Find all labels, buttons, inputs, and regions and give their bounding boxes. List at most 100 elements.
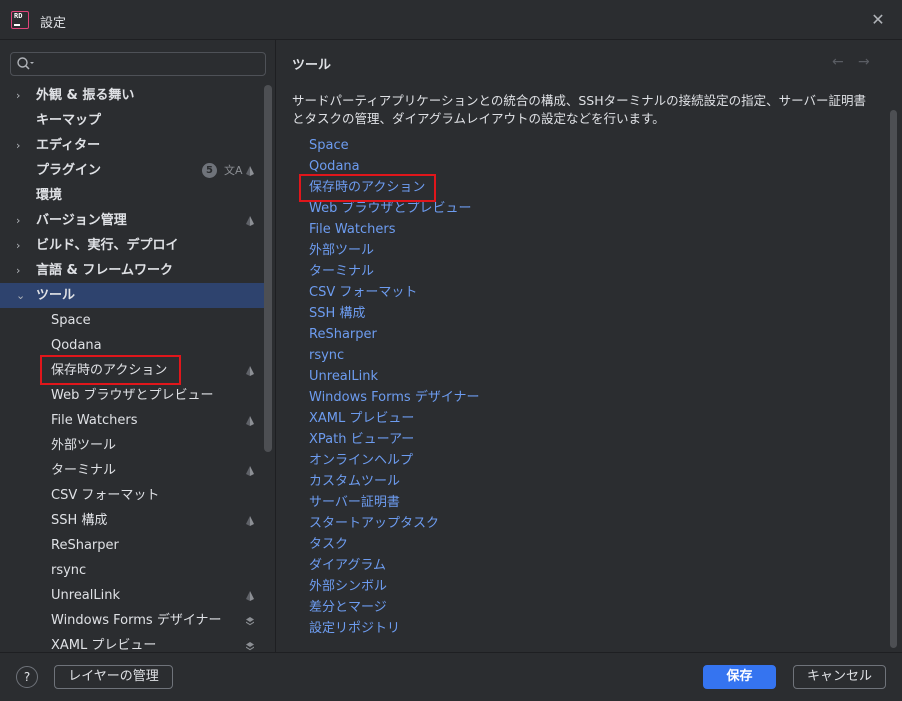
tree-item-keymap[interactable]: キーマップ <box>0 108 264 133</box>
link-unreallink[interactable]: UnrealLink <box>309 366 480 387</box>
chevron-right-icon[interactable]: › <box>16 233 28 258</box>
tree-item-label: CSV フォーマット <box>51 488 160 503</box>
sidebar-scrollbar[interactable] <box>264 85 272 452</box>
link-rsync[interactable]: rsync <box>309 345 480 366</box>
cancel-button[interactable]: キャンセル <box>793 665 886 689</box>
tree-item-build-execution-deployment[interactable]: › ビルド、実行、デプロイ <box>0 233 264 258</box>
chevron-right-icon[interactable]: › <box>16 258 28 283</box>
settings-sidebar: › 外観 & 振る舞い キーマップ › エディター プラグイン 5 文A 環境 … <box>0 40 276 652</box>
tree-item-tools[interactable]: ⌄ ツール <box>0 283 264 308</box>
link-external-symbols[interactable]: 外部シンボル <box>309 576 480 597</box>
tree-item-unreallink[interactable]: UnrealLink <box>0 583 264 608</box>
tree-item-external-tools[interactable]: 外部ツール <box>0 433 264 458</box>
tree-item-label: ツール <box>36 288 76 303</box>
tree-item-version-control[interactable]: › バージョン管理 <box>0 208 264 233</box>
tree-item-label: ターミナル <box>51 463 117 478</box>
tree-item-label: プラグイン <box>36 163 102 178</box>
tree-item-environment[interactable]: 環境 <box>0 183 264 208</box>
chevron-right-icon[interactable]: › <box>16 83 28 108</box>
tree-item-xaml-preview[interactable]: XAML プレビュー <box>0 633 264 652</box>
link-diff-merge[interactable]: 差分とマージ <box>309 597 480 618</box>
layers-icon <box>246 617 254 626</box>
tree-item-label: File Watchers <box>51 413 138 428</box>
save-button[interactable]: 保存 <box>703 665 776 689</box>
tree-item-rsync[interactable]: rsync <box>0 558 264 583</box>
translate-icon: 文A <box>224 164 243 177</box>
link-server-certificates[interactable]: サーバー証明書 <box>309 492 480 513</box>
content-scrollbar[interactable] <box>890 110 897 648</box>
tree-item-resharper[interactable]: ReSharper <box>0 533 264 558</box>
section-description: サードパーティアプリケーションとの統合の構成、SSHターミナルの接続設定の指定、… <box>292 93 867 126</box>
layers-icon <box>246 642 254 651</box>
tree-item-terminal[interactable]: ターミナル <box>0 458 264 483</box>
close-icon[interactable]: ✕ <box>868 10 888 30</box>
chevron-down-icon[interactable]: ⌄ <box>16 283 28 308</box>
tree-item-languages-frameworks[interactable]: › 言語 & フレームワーク <box>0 258 264 283</box>
link-settings-repository[interactable]: 設定リポジトリ <box>309 618 480 639</box>
link-external-tools[interactable]: 外部ツール <box>309 240 480 261</box>
link-xpath-viewer[interactable]: XPath ビューアー <box>309 429 480 450</box>
link-csv-formats[interactable]: CSV フォーマット <box>309 282 480 303</box>
tree-item-space[interactable]: Space <box>0 308 264 333</box>
tree-item-editor[interactable]: › エディター <box>0 133 264 158</box>
settings-content: ツール ← → サードパーティアプリケーションとの統合の構成、SSHターミナルの… <box>276 40 902 652</box>
link-terminal[interactable]: ターミナル <box>309 261 480 282</box>
back-arrow-icon[interactable]: ← <box>832 54 844 70</box>
rider-app-icon: RD <box>11 11 29 29</box>
link-online-help[interactable]: オンラインヘルプ <box>309 450 480 471</box>
tree-item-plugins[interactable]: プラグイン 5 文A <box>0 158 264 183</box>
link-diagrams[interactable]: ダイアグラム <box>309 555 480 576</box>
project-level-icon <box>246 216 254 226</box>
tree-item-label: バージョン管理 <box>36 213 127 228</box>
tree-item-appearance[interactable]: › 外観 & 振る舞い <box>0 83 264 108</box>
project-level-icon <box>246 366 254 376</box>
project-level-icon <box>246 591 254 601</box>
tree-item-label: 外部ツール <box>51 438 117 453</box>
tree-item-label: XAML プレビュー <box>51 638 157 652</box>
link-custom-tools[interactable]: カスタムツール <box>309 471 480 492</box>
tree-item-label: UnrealLink <box>51 588 121 603</box>
tree-item-label: rsync <box>51 563 87 578</box>
settings-search-box[interactable] <box>10 52 266 76</box>
tree-item-label: 言語 & フレームワーク <box>36 263 173 278</box>
link-windows-forms-designer[interactable]: Windows Forms デザイナー <box>309 387 480 408</box>
link-ssh-configurations[interactable]: SSH 構成 <box>309 303 480 324</box>
tree-item-label: キーマップ <box>36 113 102 128</box>
tree-item-label: SSH 構成 <box>51 513 108 528</box>
title-bar: RD 設定 ✕ <box>0 0 902 40</box>
tree-item-label: Windows Forms デザイナー <box>51 613 222 628</box>
settings-search-input[interactable] <box>37 55 261 75</box>
highlight-box-content <box>299 174 436 202</box>
link-startup-tasks[interactable]: スタートアップタスク <box>309 513 480 534</box>
tree-item-label: Web ブラウザとプレビュー <box>51 388 214 403</box>
help-button[interactable]: ? <box>16 666 38 688</box>
tree-item-label: エディター <box>36 138 101 153</box>
link-space[interactable]: Space <box>309 135 480 156</box>
plugin-updates-badge: 5 <box>202 163 217 178</box>
project-level-icon <box>246 166 254 176</box>
manage-layers-button[interactable]: レイヤーの管理 <box>54 665 173 689</box>
forward-arrow-icon[interactable]: → <box>858 54 870 70</box>
project-level-icon <box>246 466 254 476</box>
tree-item-label: ReSharper <box>51 538 119 553</box>
window-title: 設定 <box>40 16 67 31</box>
tree-item-csv-formats[interactable]: CSV フォーマット <box>0 483 264 508</box>
tree-item-label: ビルド、実行、デプロイ <box>36 238 179 253</box>
chevron-right-icon[interactable]: › <box>16 208 28 233</box>
link-file-watchers[interactable]: File Watchers <box>309 219 480 240</box>
tree-item-label: 環境 <box>36 188 63 203</box>
search-icon <box>17 57 34 70</box>
project-level-icon <box>246 416 254 426</box>
chevron-right-icon[interactable]: › <box>16 133 28 158</box>
tree-item-label: 外観 & 振る舞い <box>36 88 135 103</box>
dialog-footer: ? レイヤーの管理 保存 キャンセル <box>0 652 902 701</box>
link-tasks[interactable]: タスク <box>309 534 480 555</box>
page-title: ツール <box>292 58 332 73</box>
tree-item-label: Space <box>51 313 91 328</box>
tree-item-windows-forms-designer[interactable]: Windows Forms デザイナー <box>0 608 264 633</box>
tree-item-web-browsers[interactable]: Web ブラウザとプレビュー <box>0 383 264 408</box>
link-xaml-preview[interactable]: XAML プレビュー <box>309 408 480 429</box>
tree-item-file-watchers[interactable]: File Watchers <box>0 408 264 433</box>
tree-item-ssh-configurations[interactable]: SSH 構成 <box>0 508 264 533</box>
link-resharper[interactable]: ReSharper <box>309 324 480 345</box>
